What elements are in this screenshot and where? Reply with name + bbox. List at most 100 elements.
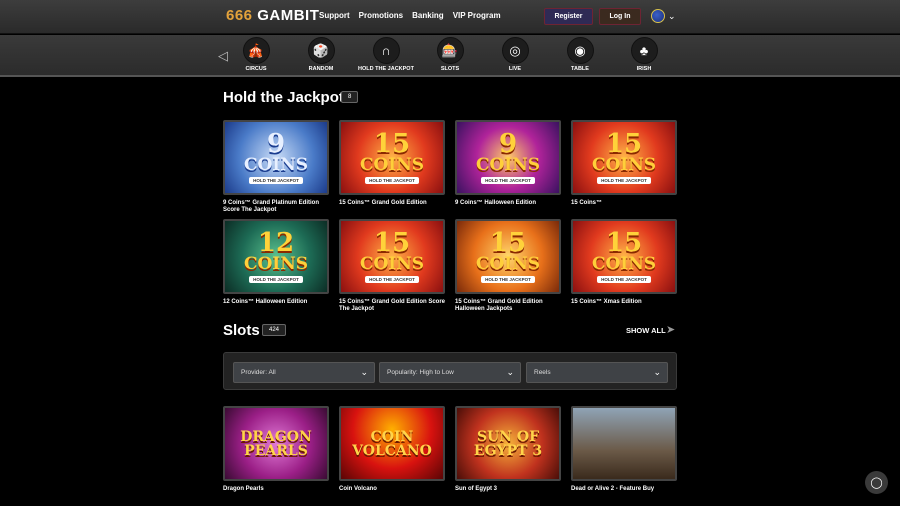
type-select[interactable]: Reels ⌄ (526, 362, 668, 383)
category-table[interactable]: ◉ TABLE (550, 37, 610, 72)
game-art-subtitle: HOLD THE JACKPOT (249, 276, 303, 283)
nav-banking[interactable]: Banking (412, 11, 444, 20)
game-name[interactable]: 15 Coins™ Grand Gold Edition Halloween J… (455, 299, 561, 313)
game-name[interactable]: 15 Coins™ Xmas Edition (571, 299, 677, 306)
game-thumbnail[interactable]: 15 COINS HOLD THE JACKPOT (339, 219, 445, 294)
game-name[interactable]: Dead or Alive 2 - Feature Buy (571, 486, 677, 493)
game-name[interactable]: 15 Coins™ Grand Gold Edition (339, 200, 445, 207)
game-name[interactable]: 12 Coins™ Halloween Edition (223, 299, 329, 306)
game-art-title: COINS (243, 254, 309, 274)
chevron-down-icon[interactable]: ⌄ (668, 11, 676, 22)
clover-icon: ♣ (630, 37, 658, 64)
game-thumbnail[interactable]: SUN OF EGYPT 3 (455, 406, 561, 481)
chevron-down-icon: ⌄ (360, 367, 368, 377)
chevron-down-icon: ⌄ (653, 367, 661, 377)
game-tile[interactable]: SUN OF EGYPT 3 Sun of Egypt 3 (455, 406, 561, 493)
game-thumbnail[interactable]: 15 COINS HOLD THE JACKPOT (455, 219, 561, 294)
game-art-number: 15 (489, 228, 527, 258)
login-button[interactable]: Log In (599, 8, 641, 25)
category-label: IRISH (636, 66, 652, 72)
game-tile[interactable]: Dead or Alive 2 - Feature Buy (571, 406, 677, 493)
main-nav: Support Promotions Banking VIP Program (319, 11, 501, 20)
arrow-right-icon[interactable]: ➤ (666, 323, 675, 336)
chevron-down-icon: ⌄ (506, 367, 514, 377)
sort-select[interactable]: Popularity: High to Low ⌄ (379, 362, 521, 383)
section-title-slots: Slots (223, 322, 260, 339)
game-art-number: 12 (257, 228, 295, 258)
game-art-title: COIN VOLCANO (352, 428, 432, 459)
game-name[interactable]: 9 Coins™ Grand Platinum Edition Score Th… (223, 200, 329, 214)
category-slots[interactable]: 🎰 SLOTS (420, 37, 480, 72)
game-art-number: 15 (605, 129, 643, 159)
game-tile[interactable]: COIN VOLCANO Coin Volcano (339, 406, 445, 493)
circus-icon: 🎪 (242, 37, 270, 64)
game-art-subtitle: HOLD THE JACKPOT (481, 276, 535, 283)
game-name[interactable]: 9 Coins™ Halloween Edition (455, 200, 561, 207)
game-thumbnail[interactable]: 15 COINS HOLD THE JACKPOT (571, 120, 677, 195)
category-label: CIRCUS (245, 66, 267, 72)
game-tile[interactable]: 9 COINS HOLD THE JACKPOT 9 Coins™ Grand Pla… (223, 120, 329, 214)
provider-select[interactable]: Provider: All ⌄ (233, 362, 375, 383)
game-tile[interactable]: 15 COINS HOLD THE JACKPOT 15 Coins™ Xmas Ed… (571, 219, 677, 306)
game-name[interactable]: Sun of Egypt 3 (455, 486, 561, 493)
game-thumbnail[interactable] (571, 406, 677, 481)
category-label: HOLD THE JACKPOT (358, 66, 414, 72)
support-chat-icon[interactable]: ◯ (865, 471, 888, 494)
category-bar: ◁ 🎪 CIRCUS 🎲 RANDOM ∩ HOLD THE JACKPOT 🎰 SLOTS ◎… (0, 35, 900, 77)
game-tile[interactable]: 15 COINS HOLD THE JACKPOT 15 Coins™ Grand G… (339, 219, 445, 313)
game-art-title: COINS (591, 254, 657, 274)
game-art-number: 15 (605, 228, 643, 258)
chip-icon: ◉ (566, 37, 594, 64)
game-art-subtitle: HOLD THE JACKPOT (365, 177, 419, 184)
register-button[interactable]: Register (544, 8, 593, 25)
filter-panel: Provider: All ⌄ Popularity: High to Low … (223, 352, 677, 390)
site-logo[interactable]: 666 GAMBIT (226, 7, 319, 24)
language-flag-icon[interactable] (651, 9, 665, 23)
category-circus[interactable]: 🎪 CIRCUS (226, 37, 286, 72)
top-header: 666 GAMBIT Support Promotions Banking VI… (0, 0, 900, 34)
game-name[interactable]: Coin Volcano (339, 486, 445, 493)
game-art-subtitle: HOLD THE JACKPOT (249, 177, 303, 184)
game-art-number: 15 (373, 129, 411, 159)
game-art-subtitle: HOLD THE JACKPOT (597, 276, 651, 283)
category-irish[interactable]: ♣ IRISH (614, 37, 674, 72)
game-tile[interactable]: 15 COINS HOLD THE JACKPOT 15 Coins™ (571, 120, 677, 207)
category-random[interactable]: 🎲 RANDOM (291, 37, 351, 72)
nav-support[interactable]: Support (319, 11, 350, 20)
game-art-title: COINS (591, 155, 657, 175)
game-art-title: COINS (475, 155, 541, 175)
game-tile[interactable]: DRAGON PEARLS Dragon Pearls (223, 406, 329, 493)
sort-select-value: Popularity: High to Low (387, 369, 454, 376)
show-all-link[interactable]: SHOW ALL (626, 326, 666, 335)
type-select-value: Reels (534, 369, 551, 376)
game-art-title: COINS (243, 155, 309, 175)
game-art-title: COINS (359, 254, 425, 274)
game-tile[interactable]: 15 COINS HOLD THE JACKPOT 15 Coins™ Grand G… (339, 120, 445, 207)
game-tile[interactable]: 15 COINS HOLD THE JACKPOT 15 Coins™ Grand G… (455, 219, 561, 313)
game-tile[interactable]: 12 COINS HOLD THE JACKPOT 12 Coins™ Hallowe… (223, 219, 329, 306)
slots-icon: 🎰 (436, 37, 464, 64)
game-thumbnail[interactable]: 9 COINS HOLD THE JACKPOT (455, 120, 561, 195)
game-name[interactable]: 15 Coins™ (571, 200, 677, 207)
game-thumbnail[interactable]: 15 COINS HOLD THE JACKPOT (339, 120, 445, 195)
game-thumbnail[interactable]: DRAGON PEARLS (223, 406, 329, 481)
game-tile[interactable]: 9 COINS HOLD THE JACKPOT 9 Coins™ Halloween… (455, 120, 561, 207)
game-thumbnail[interactable]: 9 COINS HOLD THE JACKPOT (223, 120, 329, 195)
section-title-jackpot: Hold the Jackpot (223, 89, 344, 106)
category-live[interactable]: ◎ LIVE (485, 37, 545, 72)
jackpot-count-badge: 8 (341, 91, 359, 103)
horseshoe-icon: ∩ (372, 37, 400, 64)
category-hold-the-jackpot[interactable]: ∩ HOLD THE JACKPOT (356, 37, 416, 72)
game-thumbnail[interactable]: 12 COINS HOLD THE JACKPOT (223, 219, 329, 294)
game-art-subtitle: HOLD THE JACKPOT (597, 177, 651, 184)
nav-promotions[interactable]: Promotions (359, 11, 403, 20)
game-thumbnail[interactable]: COIN VOLCANO (339, 406, 445, 481)
game-name[interactable]: 15 Coins™ Grand Gold Edition Score The J… (339, 299, 445, 313)
game-art-number: 9 (498, 129, 518, 159)
category-label: LIVE (508, 66, 522, 72)
game-name[interactable]: Dragon Pearls (223, 486, 329, 493)
nav-vip-program[interactable]: VIP Program (453, 11, 501, 20)
game-thumbnail[interactable]: 15 COINS HOLD THE JACKPOT (571, 219, 677, 294)
category-label: TABLE (571, 66, 589, 72)
game-art-number: 15 (373, 228, 411, 258)
